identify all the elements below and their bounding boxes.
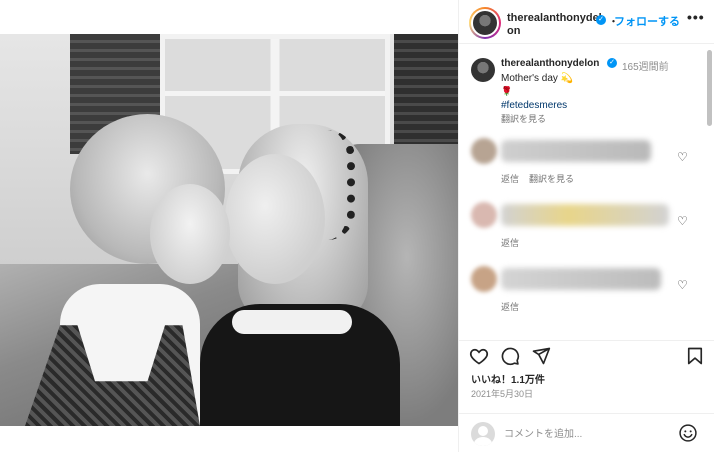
author-avatar[interactable] (469, 7, 501, 39)
comment-like-heart-icon[interactable]: ♡ (677, 150, 688, 164)
hashtag-link[interactable]: #fetedesmeres (501, 100, 567, 111)
caption-username[interactable]: therealanthonydelon (501, 58, 599, 69)
comment-item: ♡ 返信 (459, 266, 714, 326)
post-actions-bar (459, 340, 714, 370)
follow-button[interactable]: フォローする (614, 13, 680, 29)
likes-count[interactable]: いいね！1.1万件 (471, 371, 545, 386)
photo-shutter-right (394, 34, 458, 144)
post-photo[interactable] (0, 34, 458, 426)
like-heart-icon[interactable] (469, 346, 489, 366)
caption-verified-badge-icon: ✓ (607, 58, 617, 68)
caption-text-body: Mother's day (501, 73, 558, 84)
caption-timestamp[interactable]: 165週間前 (622, 58, 669, 73)
photo-collar (232, 310, 352, 334)
comment-like-heart-icon[interactable]: ♡ (677, 278, 688, 292)
verified-badge-icon: ✓ (596, 15, 606, 25)
bookmark-icon[interactable] (685, 346, 705, 366)
commenter-avatar[interactable] (471, 266, 497, 292)
comment-text-blurred (501, 140, 651, 162)
caption-translate-link[interactable]: 翻訳を見る (501, 112, 546, 125)
post-media-pane (0, 0, 458, 452)
comment-text-blurred (501, 268, 661, 290)
post-header: therealanthonydelon ✓ ・ フォローする ••• (459, 0, 714, 44)
photo-headband (300, 130, 355, 240)
comment-like-heart-icon[interactable]: ♡ (677, 214, 688, 228)
comment-reply-button[interactable]: 返信 (501, 300, 519, 313)
rose-icon: 🌹 (501, 86, 513, 96)
comment-input[interactable] (504, 424, 664, 444)
post-date[interactable]: 2021年5月30日 (471, 387, 533, 400)
comments-scrollbar[interactable] (707, 50, 712, 126)
emoji-picker-icon[interactable] (678, 423, 698, 443)
caption-avatar[interactable] (471, 58, 495, 82)
commenter-avatar[interactable] (471, 138, 497, 164)
comment-item: ♡ 返信 (459, 202, 714, 262)
photo-child-face (150, 184, 230, 284)
comment-translate-link[interactable]: 翻訳を見る (529, 172, 574, 185)
add-comment-bar (459, 413, 714, 452)
more-options-icon[interactable]: ••• (687, 9, 705, 25)
comment-text-blurred (501, 204, 669, 226)
caption-text: Mother's day 💫 (501, 73, 573, 84)
comment-reply-button[interactable]: 返信 (501, 236, 519, 249)
comment-item: ♡ 返信 翻訳を見る (459, 138, 714, 198)
commenter-avatar[interactable] (471, 202, 497, 228)
author-username[interactable]: therealanthonydelon (507, 12, 602, 38)
current-user-avatar[interactable] (471, 422, 495, 446)
comment-reply-button[interactable]: 返信 (501, 172, 519, 185)
post-side-panel: therealanthonydelon ✓ ・ フォローする ••• there… (458, 0, 714, 452)
share-plane-icon[interactable] (531, 346, 551, 366)
comment-bubble-icon[interactable] (500, 346, 520, 366)
sparkle-icon: 💫 (560, 73, 574, 84)
